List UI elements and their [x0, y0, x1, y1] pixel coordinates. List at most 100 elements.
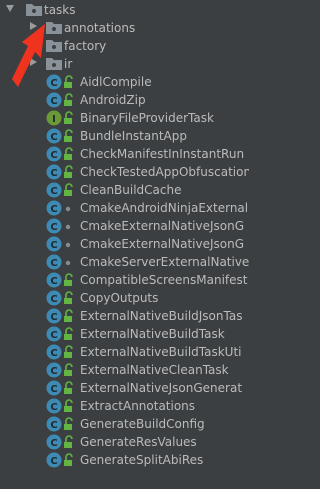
public-unlock-icon	[63, 92, 75, 108]
svg-text:C: C	[50, 96, 57, 107]
tree-node-class[interactable]: C BundleInstantApp	[0, 127, 249, 145]
public-unlock-icon	[63, 362, 75, 378]
public-unlock-icon	[63, 182, 75, 198]
tree-node-label: CompatibleScreensManifest	[80, 273, 248, 287]
svg-text:I: I	[52, 114, 56, 125]
tree-node-label: factory	[64, 39, 107, 53]
svg-text:C: C	[50, 240, 57, 251]
interface-icon: I	[46, 110, 62, 126]
class-icon: C	[46, 200, 62, 216]
tree-node-class[interactable]: C ExternalNativeJsonGenerat	[0, 379, 249, 397]
tree-node-label: CopyOutputs	[80, 291, 159, 305]
svg-text:C: C	[50, 384, 57, 395]
class-icon: C	[46, 272, 62, 288]
tree-node-label: GenerateSplitAbiRes	[80, 453, 204, 467]
public-unlock-icon	[63, 452, 75, 468]
tree-node-class[interactable]: C ExternalNativeCleanTask	[0, 361, 249, 379]
collapse-arrow-icon[interactable]	[30, 58, 37, 66]
svg-text:C: C	[50, 258, 57, 269]
tree-node-class[interactable]: C ExternalNativeBuildJsonTas	[0, 307, 249, 325]
class-icon: C	[46, 128, 62, 144]
public-unlock-icon	[63, 344, 75, 360]
class-icon: C	[46, 398, 62, 414]
tree-node-class[interactable]: C GenerateBuildConfig	[0, 415, 249, 433]
tree-node-class[interactable]: C AidlCompile	[0, 73, 249, 91]
svg-text:C: C	[50, 348, 57, 359]
tree-node-label: CheckTestedAppObfuscation	[80, 165, 249, 179]
svg-text:C: C	[50, 186, 57, 197]
package-folder-icon	[46, 39, 62, 52]
tree-node-annotations[interactable]: annotations	[0, 19, 249, 37]
tree-node-label: GenerateResValues	[80, 435, 197, 449]
tree-node-class[interactable]: C ExtractAnnotations	[0, 397, 249, 415]
tree-node-factory[interactable]: factory	[0, 37, 249, 55]
tree-node-label: GenerateBuildConfig	[80, 417, 205, 431]
class-icon: C	[46, 146, 62, 162]
tree-node-label: AndroidZip	[80, 93, 146, 107]
class-icon: C	[46, 452, 62, 468]
tree-node-class[interactable]: C CheckTestedAppObfuscation	[0, 163, 249, 181]
tree-node-label: BinaryFileProviderTask	[80, 111, 214, 125]
tree-node-class[interactable]: C GenerateSplitAbiRes	[0, 451, 249, 469]
class-icon: C	[46, 434, 62, 450]
package-folder-icon	[46, 57, 62, 70]
expand-arrow-icon[interactable]	[6, 5, 14, 12]
svg-text:C: C	[50, 150, 57, 161]
tree-node-label: CheckManifestInInstantRun	[80, 147, 245, 161]
class-icon: C	[46, 218, 62, 234]
tree-node-tasks[interactable]: tasks	[0, 1, 249, 19]
tree-node-label: AidlCompile	[80, 75, 152, 89]
package-private-icon	[63, 254, 75, 270]
svg-text:C: C	[50, 402, 57, 413]
public-unlock-icon	[63, 272, 75, 288]
public-unlock-icon	[63, 110, 75, 126]
collapse-arrow-icon[interactable]	[30, 40, 37, 48]
svg-text:C: C	[50, 456, 57, 467]
tree-node-class[interactable]: C CleanBuildCache	[0, 181, 249, 199]
tree-node-label: CmakeServerExternalNative	[80, 255, 249, 269]
public-unlock-icon	[63, 308, 75, 324]
svg-text:C: C	[50, 132, 57, 143]
class-icon: C	[46, 74, 62, 90]
tree-node-class[interactable]: I BinaryFileProviderTask	[0, 109, 249, 127]
class-icon: C	[46, 362, 62, 378]
tree-node-class[interactable]: C CmakeExternalNativeJsonG	[0, 235, 249, 253]
tree-node-class[interactable]: C CmakeServerExternalNative	[0, 253, 249, 271]
tree-node-label: BundleInstantApp	[80, 129, 187, 143]
class-icon: C	[46, 164, 62, 180]
tree-node-class[interactable]: C CmakeExternalNativeJsonG	[0, 217, 249, 235]
svg-text:C: C	[50, 330, 57, 341]
svg-text:C: C	[50, 312, 57, 323]
tree-node-label: CleanBuildCache	[80, 183, 182, 197]
tree-node-label: ExtractAnnotations	[80, 399, 196, 413]
svg-text:C: C	[50, 420, 57, 431]
package-private-icon	[63, 218, 75, 234]
tree-node-label: annotations	[64, 21, 136, 35]
tree-node-class[interactable]: C CmakeAndroidNinjaExternal	[0, 199, 249, 217]
tree-node-class[interactable]: C CompatibleScreensManifest	[0, 271, 249, 289]
class-icon: C	[46, 182, 62, 198]
tree-node-label: tasks	[44, 3, 76, 17]
class-icon: C	[46, 92, 62, 108]
tree-node-label: ir	[64, 57, 73, 71]
public-unlock-icon	[63, 74, 75, 90]
tree-node-label: ExternalNativeCleanTask	[80, 363, 229, 377]
tree-node-class[interactable]: C AndroidZip	[0, 91, 249, 109]
package-folder-icon	[46, 21, 62, 34]
public-unlock-icon	[63, 398, 75, 414]
public-unlock-icon	[63, 290, 75, 306]
package-private-icon	[63, 236, 75, 252]
class-icon: C	[46, 344, 62, 360]
tree-node-class[interactable]: C CopyOutputs	[0, 289, 249, 307]
tree-node-class[interactable]: C CheckManifestInInstantRun	[0, 145, 249, 163]
class-icon: C	[46, 254, 62, 270]
svg-text:C: C	[50, 366, 57, 377]
project-tree: tasks annotations factory ir C AidlCompil…	[0, 0, 249, 489]
collapse-arrow-icon[interactable]	[30, 22, 37, 30]
tree-node-class[interactable]: C ExternalNativeBuildTaskUti	[0, 343, 249, 361]
public-unlock-icon	[63, 146, 75, 162]
tree-node-class[interactable]: C ExternalNativeBuildTask	[0, 325, 249, 343]
tree-node-class[interactable]: C GenerateResValues	[0, 433, 249, 451]
tree-node-ir[interactable]: ir	[0, 55, 249, 73]
svg-text:C: C	[50, 294, 57, 305]
